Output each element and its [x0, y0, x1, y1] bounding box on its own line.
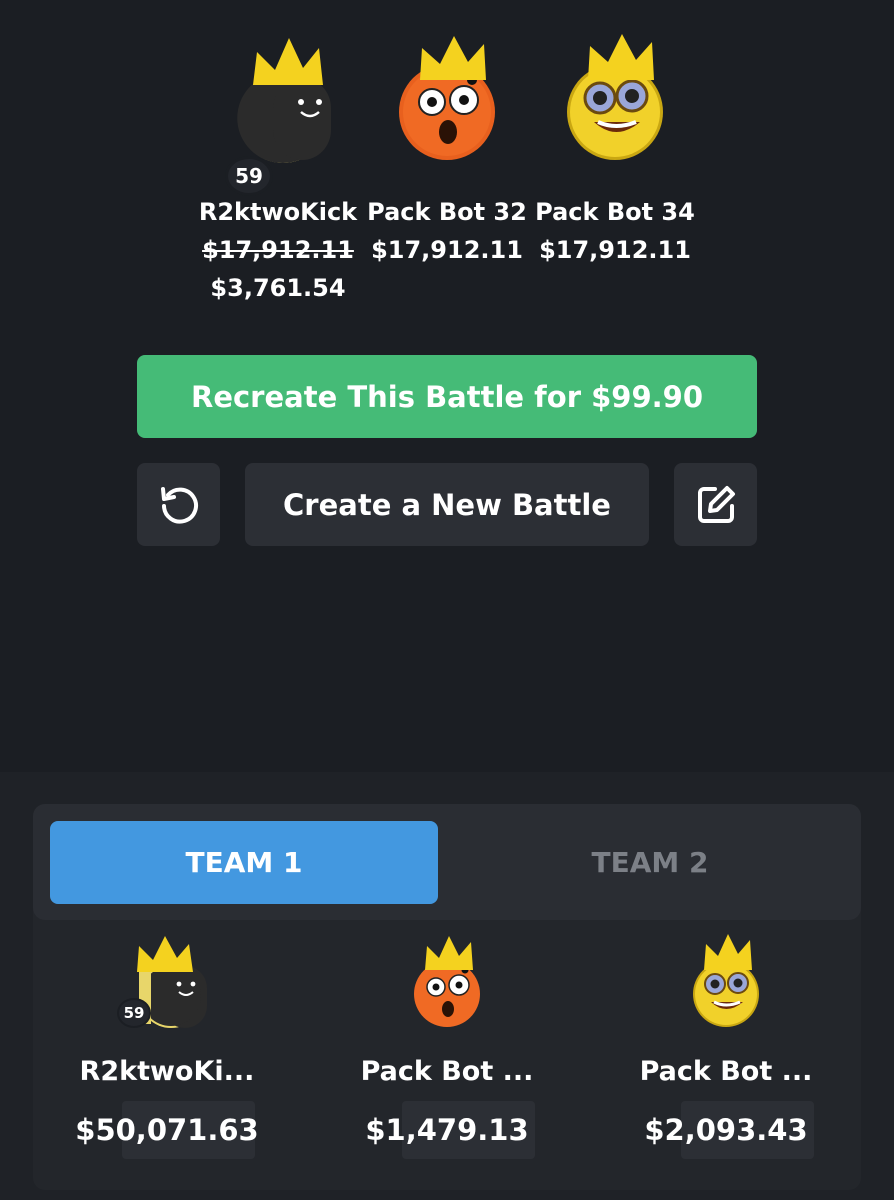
- player-value-box: $2,093.43: [611, 1101, 841, 1161]
- player-value: $50,071.63: [75, 1113, 259, 1147]
- teams-section: TEAM 1 TEAM 2 59 R2ktwoKi... $50,071.63 …: [0, 772, 894, 1200]
- team-player-card: Pack Bot ... $2,093.43: [611, 932, 841, 1161]
- tab-team-1[interactable]: TEAM 1: [50, 821, 438, 904]
- winner-amount: $17,912.11: [371, 236, 523, 264]
- create-new-battle-button[interactable]: Create a New Battle: [245, 463, 649, 546]
- winner-original-amount: $17,912.11: [202, 236, 354, 264]
- winner-name: Pack Bot 32: [367, 198, 527, 226]
- winner-name: R2ktwoKick: [198, 198, 358, 226]
- surprised-orange-crown-icon: [399, 36, 495, 160]
- winner-card: Pack Bot 34 $17,912.11: [530, 30, 700, 264]
- team-tab-bar: TEAM 1 TEAM 2: [33, 804, 861, 920]
- player-value: $1,479.13: [365, 1113, 529, 1147]
- player-name: Pack Bot ...: [639, 1056, 813, 1087]
- winner-card: 59 R2ktwoKick $17,912.11 $3,761.54: [193, 30, 363, 302]
- winner-amount: $17,912.11: [539, 236, 691, 264]
- replay-button[interactable]: [137, 463, 220, 546]
- battle-actions: Create a New Battle: [137, 463, 757, 547]
- level-badge: 59: [225, 156, 273, 196]
- avatar[interactable]: [407, 932, 487, 1032]
- avatar[interactable]: [392, 30, 502, 190]
- winner-amount: $3,761.54: [210, 274, 346, 302]
- avatar[interactable]: 59: [223, 30, 333, 196]
- team-player-card: Pack Bot ... $1,479.13: [332, 932, 562, 1161]
- level-badge: 59: [117, 998, 151, 1028]
- player-name: R2ktwoKi...: [79, 1056, 255, 1087]
- tab-team-2[interactable]: TEAM 2: [456, 821, 844, 904]
- player-name: Pack Bot ...: [360, 1056, 534, 1087]
- player-value-box: $50,071.63: [52, 1101, 282, 1161]
- goggle-eyed-yellow-crown-icon: [693, 934, 759, 1027]
- edit-button[interactable]: [674, 463, 757, 546]
- edit-icon: [697, 485, 735, 523]
- winner-card: Pack Bot 32 $17,912.11: [362, 30, 532, 264]
- player-value: $2,093.43: [644, 1113, 808, 1147]
- teams-card: TEAM 1 TEAM 2 59 R2ktwoKi... $50,071.63 …: [33, 804, 861, 1190]
- avatar[interactable]: [686, 932, 766, 1032]
- avatar[interactable]: [560, 30, 670, 190]
- avatar[interactable]: 59: [117, 932, 207, 1032]
- dark-smiley-crown-icon: [237, 38, 331, 164]
- winners-section: 59 R2ktwoKick $17,912.11 $3,761.54 Pack …: [0, 0, 894, 302]
- surprised-orange-crown-icon: [414, 936, 480, 1027]
- player-value-box: $1,479.13: [332, 1101, 562, 1161]
- team-player-card: 59 R2ktwoKi... $50,071.63: [52, 932, 282, 1161]
- recreate-battle-button[interactable]: Recreate This Battle for $99.90: [137, 355, 757, 438]
- winner-name: Pack Bot 34: [535, 198, 695, 226]
- goggle-eyed-yellow-crown-icon: [567, 34, 663, 160]
- replay-icon: [160, 486, 198, 524]
